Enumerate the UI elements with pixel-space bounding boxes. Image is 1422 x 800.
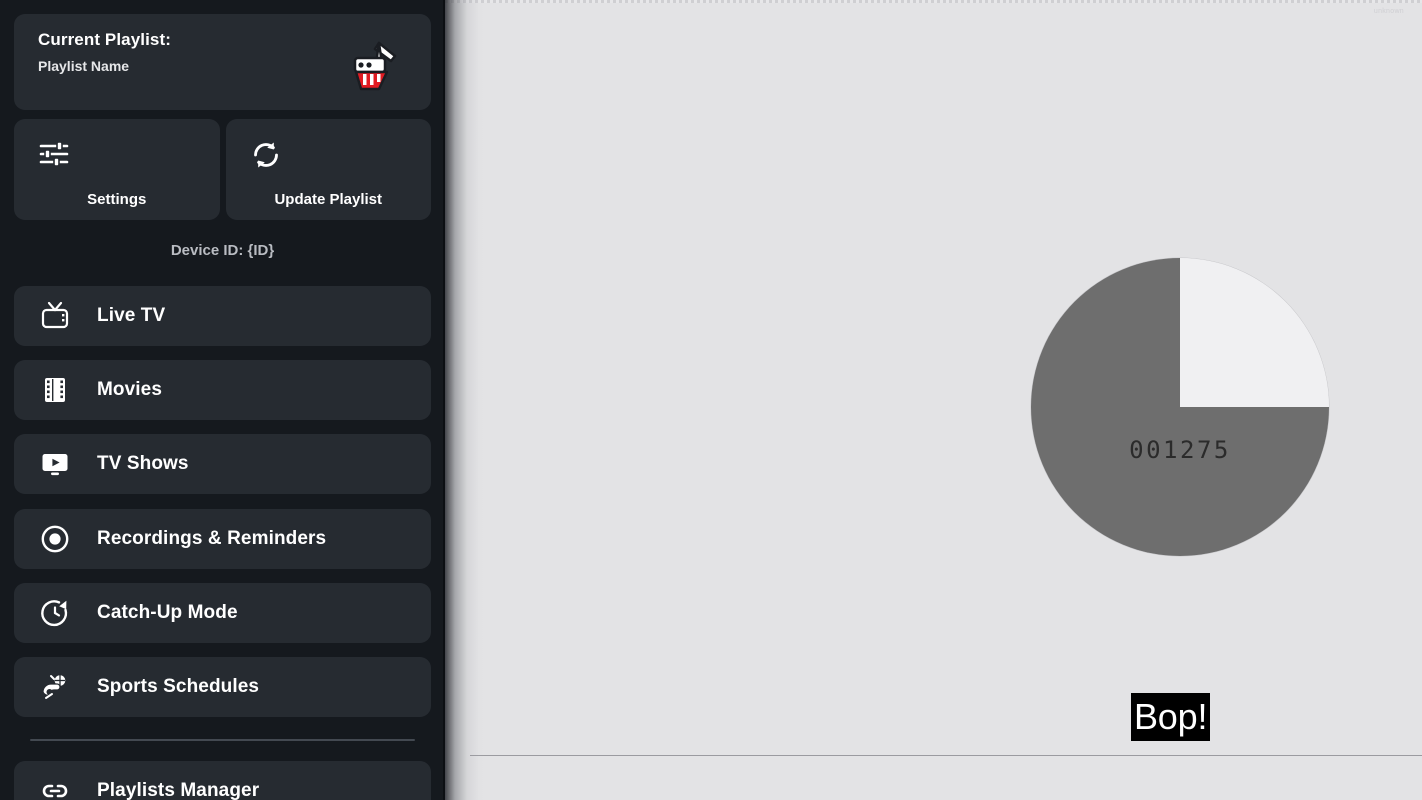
update-playlist-button-label: Update Playlist [274, 191, 383, 208]
sidebar-item-tv-shows[interactable]: TV Shows [14, 434, 431, 494]
sidebar-item-sports-schedules[interactable]: Sports Schedules [14, 657, 431, 717]
sidebar-item-label: Playlists Manager [97, 780, 260, 800]
content-horizontal-divider [470, 755, 1422, 756]
monitor-play-icon [40, 449, 70, 479]
sliders-settings-icon [38, 139, 70, 171]
main-content-area: unknown 001275 Bop! [445, 0, 1422, 800]
content-bottom-band [470, 756, 1422, 800]
pie-chart-center-label: 001275 [1129, 436, 1231, 464]
clock-history-icon [40, 598, 70, 628]
device-id-label: Device ID: {ID} [170, 242, 275, 259]
sidebar-item-playlists-manager[interactable]: Playlists Manager [14, 761, 431, 800]
sidebar-item-label: TV Shows [97, 453, 189, 474]
record-dot-icon [40, 524, 70, 554]
sidebar-item-label: Sports Schedules [97, 676, 260, 697]
film-strip-icon [40, 375, 70, 405]
sidebar: Current Playlist: Playlist Name Settings… [0, 0, 445, 800]
sidebar-item-label: Catch-Up Mode [97, 602, 238, 623]
app-root: unknown 001275 Bop! Current Playlist: Pl… [0, 0, 1422, 800]
retro-tv-icon [40, 301, 70, 331]
watermark-text: unknown [1373, 8, 1404, 15]
main-content-inner: unknown 001275 Bop! [470, 3, 1422, 800]
sidebar-item-label: Live TV [97, 305, 166, 326]
sports-whistle-icon [40, 672, 70, 702]
settings-button-label: Settings [87, 191, 147, 208]
update-playlist-button[interactable]: Update Playlist [225, 119, 431, 220]
current-playlist-card[interactable]: Current Playlist: Playlist Name [14, 14, 431, 110]
pie-chart: 001275 [1031, 258, 1329, 556]
sidebar-action-row: Settings Update Playlist [14, 119, 431, 220]
chain-link-icon [40, 776, 70, 800]
pie-chart-slices [1031, 258, 1329, 556]
refresh-sync-icon [250, 139, 282, 171]
sidebar-item-live-tv[interactable]: Live TV [14, 286, 431, 346]
sidebar-section-divider [30, 739, 415, 741]
sidebar-item-label: Movies [97, 379, 163, 400]
bop-highlight-label: Bop! [1131, 693, 1211, 741]
sidebar-item-label: Recordings & Reminders [97, 528, 327, 549]
sidebar-right-edge [443, 0, 445, 800]
tv-antenna-logo-icon [349, 40, 405, 92]
sidebar-item-movies[interactable]: Movies [14, 360, 431, 420]
sidebar-item-recordings-reminders[interactable]: Recordings & Reminders [14, 509, 431, 569]
sidebar-item-catch-up-mode[interactable]: Catch-Up Mode [14, 583, 431, 643]
settings-button[interactable]: Settings [14, 119, 220, 220]
